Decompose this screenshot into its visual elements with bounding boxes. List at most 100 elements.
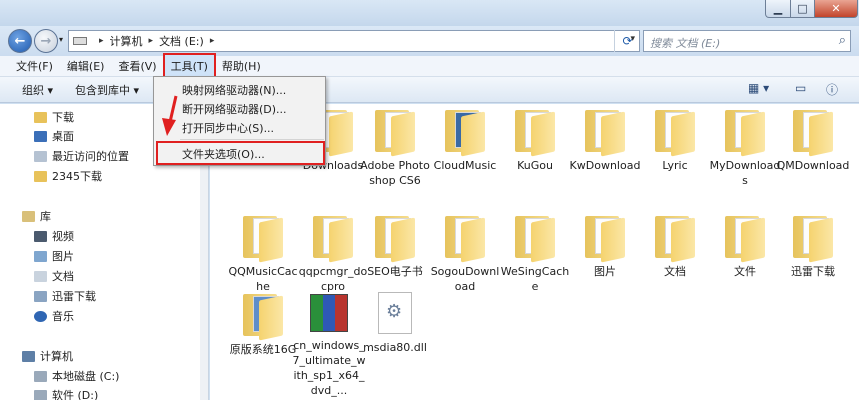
file-name: MyDownloads (709, 159, 781, 187)
sidebar-item-desktop[interactable]: 桌面 (34, 128, 74, 144)
menu-help[interactable]: 帮助(H) (216, 55, 267, 77)
file-name: QQMusicCache (228, 265, 298, 293)
sidebar-item-documents[interactable]: 文档 (34, 268, 74, 284)
file-item[interactable]: QQMusicCache (226, 214, 300, 294)
search-placeholder: 搜索 文档 (E:) (650, 37, 721, 50)
minimize-icon: ▁ (773, 2, 783, 15)
sidebar-item-drive-c[interactable]: 本地磁盘 (C:) (34, 368, 119, 384)
drive-icon (73, 37, 87, 45)
help-icon[interactable]: ⓘ (826, 81, 838, 98)
menu-edit[interactable]: 编辑(E) (61, 55, 111, 77)
forward-button[interactable]: → (34, 29, 58, 53)
maximize-button[interactable]: □ (790, 0, 815, 18)
file-name: 原版系统16G (229, 343, 297, 356)
menu-view[interactable]: 查看(V) (112, 55, 162, 77)
folder-icon (791, 108, 835, 157)
minimize-button[interactable]: ▁ (765, 0, 791, 18)
menu-item-folder-options[interactable]: 文件夹选项(O)... (156, 141, 325, 165)
search-icon[interactable]: ⌕ (839, 33, 846, 48)
folder-icon (653, 108, 697, 157)
folder-icon (34, 111, 47, 123)
refresh-icon: ⟳ (622, 34, 633, 48)
file-name: CloudMusic (433, 159, 497, 172)
preview-pane-icon[interactable]: ▭ (795, 81, 806, 95)
folder-icon (34, 170, 47, 182)
file-item[interactable]: QMDownload (776, 108, 850, 173)
folder-icon (723, 214, 767, 263)
file-item[interactable]: cn_windows_7_ultimate_with_sp1_x64_dvd_.… (292, 292, 366, 398)
drive-icon (34, 370, 47, 382)
file-name: KwDownload (569, 159, 641, 172)
file-item[interactable]: 原版系统16G (226, 292, 300, 357)
file-name: 图片 (594, 265, 616, 278)
breadcrumb-drive[interactable]: 文档 (E:) (159, 33, 204, 49)
recent-pages-dropdown[interactable]: ▾ (59, 35, 63, 44)
file-item[interactable]: 文档 (638, 214, 712, 279)
file-item[interactable]: SogouDownload (428, 214, 502, 294)
refresh-button[interactable]: ⟳ (614, 30, 640, 52)
folder-icon (373, 214, 417, 263)
file-name: Adobe Photoshop CS6 (360, 159, 430, 187)
folder-icon (373, 108, 417, 157)
sidebar-item-downloads[interactable]: 下载 (34, 109, 74, 125)
address-bar[interactable]: ▸ 计算机 ▸ 文档 (E:) ▸ ▾ (68, 30, 640, 52)
sidebar-item-computer[interactable]: 计算机 (22, 348, 73, 364)
sidebar-item-pictures[interactable]: 图片 (34, 248, 74, 264)
menu-tools[interactable]: 工具(T) (162, 53, 216, 79)
menu-file[interactable]: 文件(F) (10, 55, 59, 77)
include-in-library-button[interactable]: 包含到库中 ▾ (75, 82, 139, 98)
maximize-icon: □ (797, 2, 808, 15)
file-item[interactable]: Lyric (638, 108, 712, 173)
back-button[interactable]: ← (8, 29, 32, 53)
file-item[interactable]: Adobe Photoshop CS6 (358, 108, 432, 188)
sidebar-item-drive-d[interactable]: 软件 (D:) (34, 387, 98, 400)
folder-icon (513, 108, 557, 157)
organize-button[interactable]: 组织 ▾ (22, 82, 53, 98)
file-name: 文件 (734, 265, 756, 278)
file-item[interactable]: WeSingCache (498, 214, 572, 294)
menu-bar: 文件(F) 编辑(E) 查看(V) 工具(T) 帮助(H) (0, 53, 859, 79)
menu-item-disconnect-drive[interactable]: 断开网络驱动器(D)... (182, 101, 287, 117)
close-button[interactable]: ✕ (814, 0, 858, 18)
file-item[interactable]: KwDownload (568, 108, 642, 173)
navigation-bar: ← → ▾ ▸ 计算机 ▸ 文档 (E:) ▸ ▾ ⟳ 搜索 文档 (E:) ⌕ (0, 26, 859, 56)
file-item[interactable]: KuGou (498, 108, 572, 173)
file-item[interactable]: 迅雷下载 (776, 214, 850, 279)
file-item[interactable]: SEO电子书 (358, 214, 432, 279)
file-name: 迅雷下载 (791, 265, 835, 278)
file-item[interactable]: CloudMusic (428, 108, 502, 173)
recent-places-icon (34, 150, 47, 162)
file-name: qqpcmgr_docpro (298, 265, 368, 293)
menu-separator (180, 139, 324, 140)
chevron-right-icon[interactable]: ▸ (210, 36, 215, 46)
document-icon (34, 270, 47, 282)
file-item[interactable]: 图片 (568, 214, 642, 279)
sidebar-item-recent[interactable]: 最近访问的位置 (34, 148, 129, 164)
file-name: KuGou (517, 159, 553, 172)
menu-item-map-drive[interactable]: 映射网络驱动器(N)... (182, 82, 286, 98)
chevron-right-icon[interactable]: ▸ (99, 36, 104, 46)
sidebar-item-2345[interactable]: 2345下载 (34, 168, 102, 184)
search-input[interactable]: 搜索 文档 (E:) ⌕ (643, 30, 851, 52)
tools-menu-dropdown: 映射网络驱动器(N)... 断开网络驱动器(D)... 打开同步中心(S)...… (153, 76, 326, 166)
sidebar-item-videos[interactable]: 视频 (34, 228, 74, 244)
view-options-icon[interactable]: ▦ ▾ (748, 81, 769, 95)
file-item[interactable]: 文件 (708, 214, 782, 279)
sidebar-item-music[interactable]: 音乐 (34, 308, 74, 324)
file-name: msdia80.dll (363, 341, 427, 354)
menu-item-sync-center[interactable]: 打开同步中心(S)... (182, 120, 274, 136)
back-arrow-icon: ← (14, 33, 26, 49)
breadcrumb-computer[interactable]: 计算机 (110, 33, 143, 49)
file-name: SogouDownload (430, 265, 500, 293)
dll-file-icon: ⚙ (378, 292, 412, 334)
file-item[interactable]: MyDownloads (708, 108, 782, 188)
sidebar-item-libraries[interactable]: 库 (22, 208, 51, 224)
folder-icon (443, 108, 487, 157)
file-name: WeSingCache (500, 265, 570, 293)
folder-icon (443, 214, 487, 263)
command-bar: 组织 ▾ 包含到库中 ▾ ▦ ▾ ▭ ⓘ (0, 77, 859, 103)
file-item[interactable]: ⚙ msdia80.dll (358, 292, 432, 355)
sidebar-item-thunder[interactable]: 迅雷下载 (34, 288, 96, 304)
chevron-right-icon[interactable]: ▸ (149, 36, 154, 46)
desktop-icon (34, 130, 47, 142)
